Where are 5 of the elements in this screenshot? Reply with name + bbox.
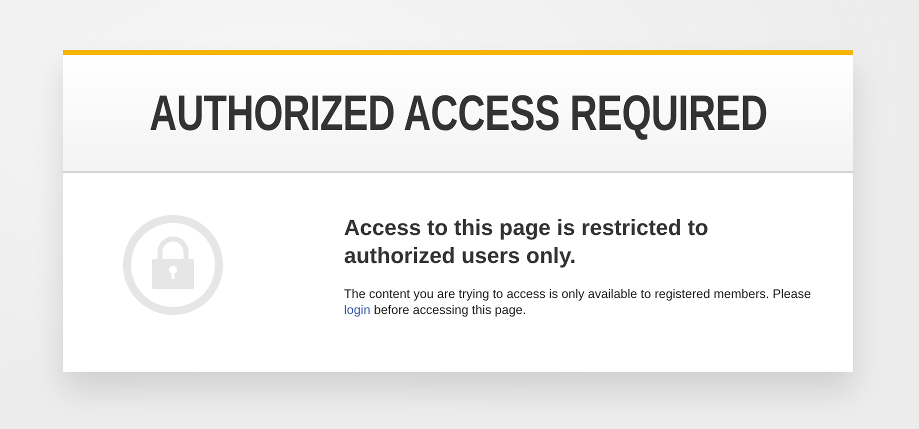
page-title: AUTHORIZED ACCESS REQUIRED — [149, 88, 767, 138]
padlock-icon — [122, 214, 224, 316]
restriction-message: The content you are trying to access is only available to registered members. Please login before accessing this page. — [344, 286, 812, 318]
restriction-heading: Access to this page is restricted to authorized users only. — [344, 214, 710, 270]
login-link[interactable]: login — [344, 303, 370, 317]
